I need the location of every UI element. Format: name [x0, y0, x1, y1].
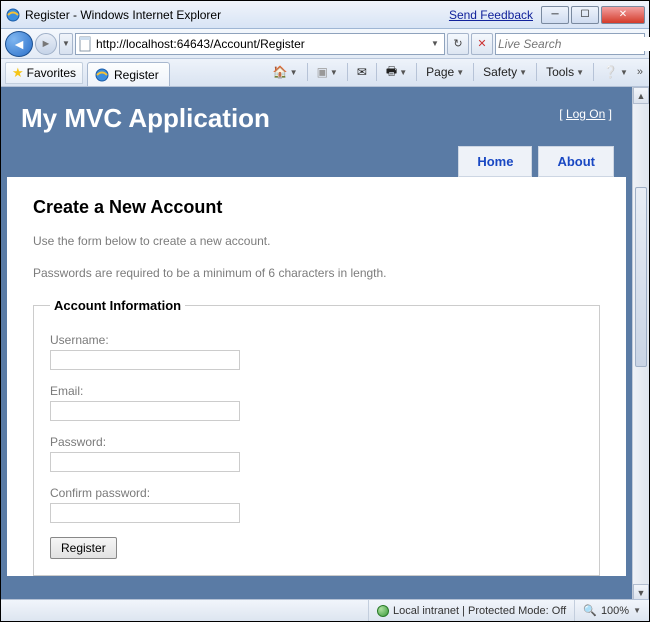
logon-area: [ Log On ]	[559, 107, 612, 134]
vertical-scrollbar[interactable]: ▲ ▼	[632, 87, 649, 601]
feeds-button[interactable]: ▣▼	[314, 62, 341, 82]
logon-link[interactable]: Log On	[566, 107, 605, 121]
minimize-button[interactable]: ─	[541, 6, 569, 24]
back-button[interactable]: ◄	[5, 31, 33, 57]
nav-toolbar: ◄ ► ▼ ▼ ↻ ✕ 🔍	[1, 29, 649, 59]
home-button[interactable]: 🏠▼	[270, 62, 301, 82]
search-box[interactable]: 🔍	[495, 33, 645, 55]
tab-ie-icon	[94, 67, 110, 83]
help-icon: ❔	[603, 65, 618, 79]
tab-label: Register	[114, 68, 159, 82]
zone-icon	[377, 605, 389, 617]
password-input[interactable]	[50, 452, 240, 472]
favorites-button[interactable]: ★ Favorites	[5, 62, 83, 84]
zoom-dropdown[interactable]: ▼	[633, 606, 641, 615]
page-heading: Create a New Account	[33, 197, 600, 218]
register-button[interactable]: Register	[50, 537, 117, 559]
overflow-chevron[interactable]: »	[635, 66, 645, 78]
account-fieldset: Account Information Username: Email: Pas…	[33, 298, 600, 576]
security-zone[interactable]: Local intranet | Protected Mode: Off	[368, 600, 574, 621]
command-bar: ★ Favorites Register 🏠▼ ▣▼ ✉ 🖶▼ Page▼ Sa…	[1, 59, 649, 87]
scroll-up-button[interactable]: ▲	[633, 87, 649, 104]
rss-icon: ▣	[317, 65, 328, 79]
maximize-button[interactable]: ☐	[571, 6, 599, 24]
zone-label: Local intranet | Protected Mode: Off	[393, 605, 566, 617]
nav-about[interactable]: About	[538, 146, 614, 177]
zoom-control[interactable]: 🔍 100% ▼	[574, 600, 649, 621]
safety-menu[interactable]: Safety▼	[480, 62, 530, 82]
tools-menu[interactable]: Tools▼	[543, 62, 587, 82]
confirm-password-input[interactable]	[50, 503, 240, 523]
print-icon: 🖶	[386, 62, 397, 83]
favorites-label: Favorites	[27, 66, 76, 80]
zoom-icon: 🔍	[583, 604, 597, 617]
history-dropdown[interactable]: ▼	[59, 33, 73, 55]
page-menu[interactable]: Page▼	[423, 62, 467, 82]
mail-icon: ✉	[357, 65, 367, 79]
star-icon: ★	[12, 65, 24, 81]
search-input[interactable]	[498, 37, 650, 51]
username-label: Username:	[50, 333, 583, 347]
read-mail-button[interactable]: ✉	[354, 62, 370, 82]
nav-home[interactable]: Home	[458, 146, 532, 177]
password-label: Password:	[50, 435, 583, 449]
address-bar[interactable]: ▼	[75, 33, 445, 55]
fieldset-legend: Account Information	[50, 298, 185, 313]
help-button[interactable]: ❔▼	[600, 62, 631, 82]
forward-button[interactable]: ►	[35, 33, 57, 55]
status-bar: Local intranet | Protected Mode: Off 🔍 1…	[1, 599, 649, 621]
window-titlebar: Register - Windows Internet Explorer Sen…	[1, 1, 649, 29]
zoom-value: 100%	[601, 605, 629, 617]
address-input[interactable]	[96, 35, 428, 53]
ie-icon	[5, 7, 21, 23]
email-label: Email:	[50, 384, 583, 398]
browser-tab[interactable]: Register	[87, 62, 170, 86]
page-icon	[78, 36, 94, 52]
send-feedback-link[interactable]: Send Feedback	[449, 8, 533, 22]
site-nav: Home About	[7, 146, 626, 177]
close-button[interactable]: ✕	[601, 6, 645, 24]
print-button[interactable]: 🖶▼	[383, 62, 410, 82]
stop-button[interactable]: ✕	[471, 33, 493, 55]
window-title: Register - Windows Internet Explorer	[25, 8, 449, 22]
confirm-password-label: Confirm password:	[50, 486, 583, 500]
username-input[interactable]	[50, 350, 240, 370]
refresh-button[interactable]: ↻	[447, 33, 469, 55]
main-content: Create a New Account Use the form below …	[7, 177, 626, 576]
intro-text: Use the form below to create a new accou…	[33, 234, 600, 248]
address-dropdown[interactable]: ▼	[428, 39, 442, 48]
password-rule-text: Passwords are required to be a minimum o…	[33, 266, 600, 280]
home-icon: 🏠	[273, 65, 288, 79]
viewport: My MVC Application [ Log On ] Home About…	[1, 87, 632, 601]
scroll-thumb[interactable]	[635, 187, 647, 367]
site-title: My MVC Application	[21, 103, 559, 134]
email-input[interactable]	[50, 401, 240, 421]
